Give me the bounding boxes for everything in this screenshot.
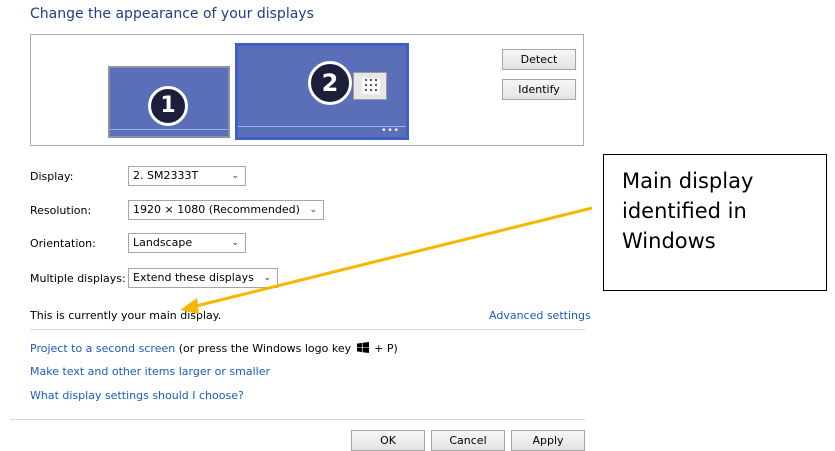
monitor-1-number: 1 xyxy=(148,86,188,126)
chevron-down-icon: ⌄ xyxy=(231,238,239,248)
orientation-label: Orientation: xyxy=(30,237,96,250)
project-row: Project to a second screen (or press the… xyxy=(30,342,398,355)
main-display-status: This is currently your main display. xyxy=(30,309,222,322)
divider xyxy=(30,329,585,330)
display-select-value: 2. SM2333T xyxy=(133,169,199,182)
annotation-arrow-line xyxy=(191,206,593,309)
monitor-2[interactable]: 2 ••• xyxy=(235,43,409,140)
windows-logo-icon xyxy=(356,342,369,353)
display-arrangement-preview: 1 2 ••• Detect Identify xyxy=(30,34,584,146)
chevron-down-icon: ⌄ xyxy=(263,273,271,283)
more-dots-icon: ••• xyxy=(381,126,400,136)
monitor-1[interactable]: 1 xyxy=(108,66,230,138)
project-second-screen-link[interactable]: Project to a second screen xyxy=(30,342,175,355)
ok-button[interactable]: OK xyxy=(351,430,425,451)
text-size-link[interactable]: Make text and other items larger or smal… xyxy=(30,365,270,378)
display-label: Display: xyxy=(30,170,74,183)
multiple-displays-select[interactable]: Extend these displays ⌄ xyxy=(128,268,278,288)
cancel-button[interactable]: Cancel xyxy=(431,430,505,451)
detect-button[interactable]: Detect xyxy=(502,49,576,70)
chevron-down-icon: ⌄ xyxy=(231,171,239,181)
taskbar-grid-icon xyxy=(353,72,387,100)
project-hint-suffix: + P) xyxy=(374,342,398,355)
resolution-select-value: 1920 × 1080 (Recommended) xyxy=(133,203,300,216)
display-select[interactable]: 2. SM2333T ⌄ xyxy=(128,166,246,186)
monitor-1-taskbar xyxy=(110,129,228,130)
chevron-down-icon: ⌄ xyxy=(309,205,317,215)
resolution-label: Resolution: xyxy=(30,204,92,217)
advanced-settings-link[interactable]: Advanced settings xyxy=(489,309,591,322)
apply-button[interactable]: Apply xyxy=(511,430,585,451)
multiple-displays-select-value: Extend these displays xyxy=(133,271,254,284)
annotation-callout: Main display identified in Windows xyxy=(603,154,827,291)
monitor-2-number: 2 xyxy=(308,61,352,105)
orientation-select-value: Landscape xyxy=(133,236,193,249)
multiple-displays-label: Multiple displays: xyxy=(30,272,126,285)
footer-divider xyxy=(10,419,585,420)
resolution-select[interactable]: 1920 × 1080 (Recommended) ⌄ xyxy=(128,200,324,220)
orientation-select[interactable]: Landscape ⌄ xyxy=(128,233,246,253)
page-title: Change the appearance of your displays xyxy=(30,6,314,22)
choose-settings-link[interactable]: What display settings should I choose? xyxy=(30,389,244,402)
project-hint-prefix: (or press the Windows logo key xyxy=(178,342,352,355)
identify-button[interactable]: Identify xyxy=(502,79,576,100)
